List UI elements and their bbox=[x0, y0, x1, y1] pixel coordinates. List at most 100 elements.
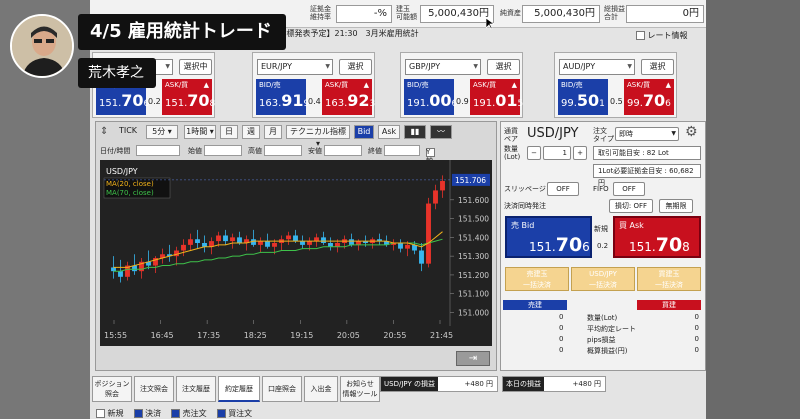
buy-ask-button[interactable]: 買 Ask 151.708 bbox=[613, 216, 701, 258]
bid-sell-button[interactable]: BID/売 191.006 bbox=[404, 79, 457, 115]
bid-price-big: 91 bbox=[281, 91, 304, 110]
fifo-toggle[interactable]: OFF bbox=[613, 182, 645, 196]
presenter-name-badge: 荒木孝之 bbox=[78, 58, 156, 88]
pair-select[interactable]: EUR/JPY bbox=[257, 59, 333, 75]
settle-sell-positions-button[interactable]: 売建玉 一括決済 bbox=[505, 267, 569, 291]
candle-chart-type-icon[interactable]: ▮▮ bbox=[404, 125, 426, 139]
bottom-tab[interactable]: お知らせ 情報ツール bbox=[340, 376, 380, 402]
sell-price-big: 70 bbox=[555, 234, 583, 256]
candle-body bbox=[398, 243, 403, 249]
margin-ratio-value: -% bbox=[336, 5, 392, 23]
bottom-tab[interactable]: 口座照会 bbox=[262, 376, 302, 402]
order-pair[interactable]: USD/JPY bbox=[527, 126, 579, 141]
settle-simul-label: 決済同時発注 bbox=[504, 202, 546, 210]
line-chart-type-icon[interactable]: 〰 bbox=[430, 125, 452, 139]
filter-checkbox[interactable] bbox=[171, 409, 181, 418]
candle-body bbox=[286, 235, 291, 240]
filter-checkbox[interactable] bbox=[133, 409, 143, 418]
history-filter[interactable]: 買注文 bbox=[216, 409, 252, 418]
bottom-tab[interactable]: ポジション 照会 bbox=[92, 376, 132, 402]
bid-sell-button[interactable]: BID/売 99.501 bbox=[558, 79, 608, 115]
rate-info-toggle[interactable]: レート情報 bbox=[636, 30, 688, 41]
sell-position-value: 0 bbox=[559, 335, 564, 343]
history-filter[interactable]: 新規 bbox=[96, 409, 124, 418]
stop-loss-toggle[interactable]: 損切: OFF bbox=[609, 199, 653, 213]
x-tick-label: 17:35 bbox=[197, 331, 220, 340]
filter-label: 新規 bbox=[107, 409, 124, 418]
history-filter[interactable]: 決済 bbox=[133, 409, 161, 418]
select-pair-button[interactable]: 選択 bbox=[641, 59, 674, 75]
bid-price-sub: 1 bbox=[599, 99, 605, 109]
interval-day-button[interactable]: 日 bbox=[220, 125, 238, 139]
drag-handle-icon[interactable]: ⇕ bbox=[100, 126, 108, 137]
filter-checkbox[interactable] bbox=[216, 409, 226, 418]
settle-all-pair-button[interactable]: USD/JPY 一括決済 bbox=[571, 267, 635, 291]
buy-position-value: 0 bbox=[694, 324, 699, 332]
x-tick-label: 16:45 bbox=[151, 331, 174, 340]
ask-buy-button[interactable]: ASK/買 ▲ 191.015 bbox=[470, 79, 523, 115]
ask-toggle[interactable]: Ask bbox=[378, 125, 400, 139]
interval-month-button[interactable]: 月 bbox=[264, 125, 282, 139]
x-tick-label: 20:55 bbox=[383, 331, 406, 340]
today-pnl-value: +480 円 bbox=[572, 380, 601, 388]
bid-price: 191.006 bbox=[407, 91, 457, 110]
technical-indicator-label: テクニカル指標 bbox=[290, 127, 346, 136]
ask-buy-button[interactable]: ASK/買 ▲ 151.708 bbox=[162, 79, 215, 115]
legend-ma70: MA(70, close) bbox=[106, 189, 154, 197]
history-filters: 新規 決済 売注文 買注文 bbox=[96, 408, 262, 419]
settle-sell-line1: 売建玉 bbox=[526, 270, 548, 278]
rate-info-checkbox[interactable] bbox=[636, 31, 645, 40]
bottom-tab[interactable]: 注文照会 bbox=[134, 376, 174, 402]
y-tick-label: 151.200 bbox=[458, 271, 489, 280]
interval-select[interactable]: 5分 ▾ bbox=[146, 125, 178, 139]
sell-price-sub: 6 bbox=[582, 240, 590, 254]
filter-checkbox[interactable] bbox=[96, 409, 105, 418]
interval-week-button[interactable]: 週 bbox=[242, 125, 260, 139]
pair-pnl: USD/JPY の損益 +480 円 bbox=[380, 376, 498, 392]
bid-sell-button[interactable]: BID/売 163.919 bbox=[256, 79, 309, 115]
bottom-tab[interactable]: 注文履歴 bbox=[176, 376, 216, 402]
bottom-tab[interactable]: 入出金 bbox=[304, 376, 338, 402]
expiry-select[interactable]: 無期限 bbox=[659, 199, 693, 213]
select-pair-button[interactable]: 選択 bbox=[339, 59, 372, 75]
chart-panel: ⇕ TICK 5分 ▾ 1時間 ▾ 日 週 月 テクニカル指標 ▾ Bid As… bbox=[95, 121, 497, 371]
position-row-label: 概算損益(円) bbox=[587, 347, 628, 355]
select-pair-button[interactable]: 選択 bbox=[487, 59, 520, 75]
qty-input[interactable]: 1 bbox=[543, 146, 571, 160]
bottom-tab[interactable]: 約定履歴 bbox=[218, 376, 260, 402]
settle-buy-positions-button[interactable]: 買建玉 一括決済 bbox=[637, 267, 701, 291]
ask-price-sub: 6 bbox=[665, 99, 671, 109]
bid-price-big: 70 bbox=[121, 91, 144, 110]
technical-indicator-select[interactable]: テクニカル指標 ▾ bbox=[286, 125, 350, 148]
position-row-label: pips損益 bbox=[587, 336, 616, 344]
slippage-label: スリッページ bbox=[504, 185, 546, 193]
ask-buy-button[interactable]: ASK/買 ▲ 163.923 bbox=[322, 79, 375, 115]
qty-plus-button[interactable]: + bbox=[573, 146, 587, 160]
sell-bid-button[interactable]: 売 Bid 151.706 bbox=[505, 216, 592, 258]
pair-select[interactable]: AUD/JPY bbox=[559, 59, 635, 75]
qty-label: 数量 (Lot) bbox=[504, 145, 521, 161]
interval-1h-button[interactable]: 1時間 ▾ bbox=[184, 125, 216, 139]
chart-canvas[interactable]: USD/JPY MA(20, close) MA(70, close) 151.600… bbox=[100, 160, 492, 346]
gear-icon[interactable]: ⚙ bbox=[685, 124, 698, 140]
position-summary-table: 売建 買建 0 数量(Lot) 00 平均約定レート 00 pips損益 00 … bbox=[503, 300, 703, 356]
candle-body bbox=[111, 267, 116, 272]
candle-body bbox=[202, 243, 207, 247]
ask-price-big: 92 bbox=[347, 91, 370, 110]
pair-select[interactable]: GBP/JPY bbox=[405, 59, 481, 75]
slippage-toggle[interactable]: OFF bbox=[547, 182, 579, 196]
bid-toggle[interactable]: Bid bbox=[354, 125, 374, 139]
order-type-select[interactable]: 即時 ▼ bbox=[615, 127, 679, 141]
candle-body bbox=[195, 239, 200, 243]
history-filter[interactable]: 売注文 bbox=[171, 409, 207, 418]
x-tick-label: 21:45 bbox=[430, 331, 453, 340]
datetime-label: 日付/時間 bbox=[100, 147, 131, 155]
select-pair-button[interactable]: 選択中 bbox=[179, 59, 212, 75]
candle-body bbox=[419, 250, 424, 264]
candlestick-chart[interactable]: USD/JPY MA(20, close)MA(70, close) 151.600… bbox=[100, 160, 492, 346]
ask-buy-button[interactable]: ASK/買 ▲ 99.706 bbox=[624, 79, 674, 115]
qty-minus-button[interactable]: − bbox=[527, 146, 541, 160]
scroll-to-latest-button[interactable]: ⇥ bbox=[456, 351, 490, 366]
tick-button[interactable]: TICK bbox=[114, 125, 142, 139]
datetime-field bbox=[136, 145, 180, 156]
